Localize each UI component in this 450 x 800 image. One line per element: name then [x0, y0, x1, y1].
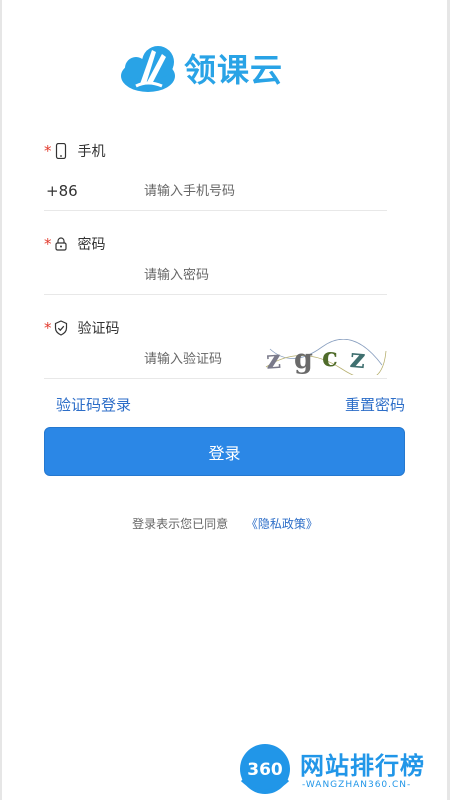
brand-logo: 领课云: [118, 40, 308, 96]
captcha-field-row: z g c z: [44, 339, 388, 379]
svg-text:z: z: [265, 345, 282, 375]
watermark-title: 网站排行榜: [300, 752, 425, 780]
country-code[interactable]: +86: [46, 182, 78, 200]
svg-text:c: c: [322, 343, 338, 373]
cloud-book-logo-icon: [121, 46, 175, 92]
svg-text:g: g: [294, 344, 313, 375]
watermark-url: -WANGZHAN360.CN-: [302, 780, 412, 790]
password-label: 密码: [77, 237, 106, 253]
lock-icon: [54, 237, 67, 251]
shield-check-icon: [54, 320, 67, 336]
frame-left-edge: [0, 0, 2, 800]
password-field-row: [44, 258, 387, 295]
reset-password-link[interactable]: 重置密码: [345, 394, 405, 415]
login-button[interactable]: 登录: [44, 427, 405, 476]
required-marker: *: [44, 142, 52, 160]
agreement-line: 登录表示您已同意 《隐私政策》: [0, 515, 450, 532]
phone-input[interactable]: [144, 180, 334, 202]
captcha-label-group: * 验证码: [44, 318, 120, 338]
privacy-policy-link[interactable]: 《隐私政策》: [246, 517, 318, 531]
badge-360-icon: 360: [240, 744, 290, 794]
phone-label-group: * 手机: [44, 141, 106, 161]
phone-icon: [55, 143, 66, 159]
watermark: 360 网站排行榜 -WANGZHAN360.CN-: [236, 740, 446, 798]
password-input[interactable]: [144, 264, 334, 286]
watermark-badge-text: 360: [247, 760, 283, 780]
phone-field-row: +86: [44, 174, 387, 211]
required-marker: *: [44, 235, 52, 253]
sms-login-link[interactable]: 验证码登录: [56, 394, 131, 415]
login-button-label: 登录: [208, 443, 241, 463]
captcha-label: 验证码: [77, 321, 120, 337]
required-marker: *: [44, 319, 52, 337]
password-label-group: * 密码: [44, 234, 106, 254]
svg-text:z: z: [349, 343, 367, 375]
captcha-input[interactable]: [144, 348, 254, 370]
captcha-image[interactable]: z g c z: [262, 339, 388, 375]
brand-name: 领课云: [184, 51, 284, 89]
agreement-text: 登录表示您已同意: [132, 517, 229, 531]
phone-label: 手机: [77, 144, 106, 160]
